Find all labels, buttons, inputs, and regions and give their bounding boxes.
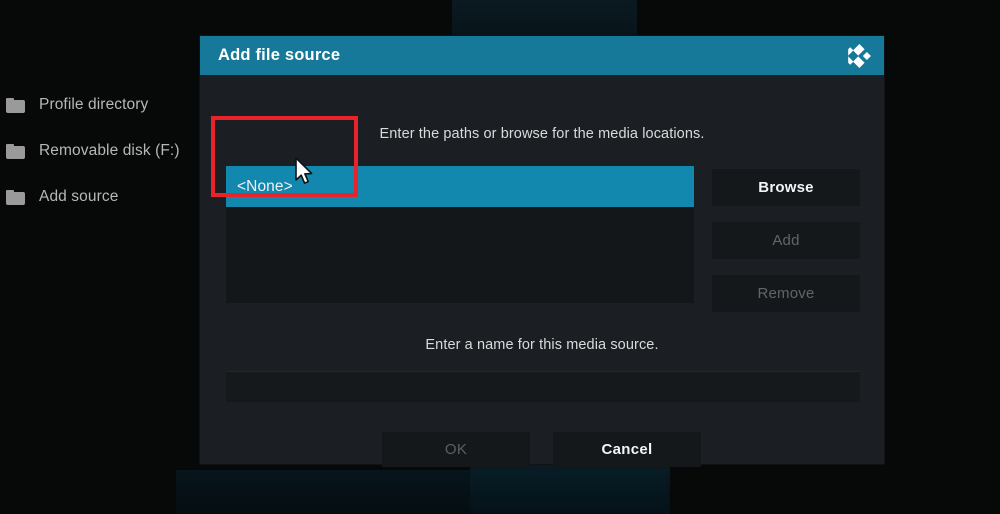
cancel-button-label: Cancel bbox=[601, 441, 653, 458]
browse-button[interactable]: Browse bbox=[712, 169, 860, 206]
remove-button-label: Remove bbox=[757, 285, 815, 302]
file-list-item-label: Add source bbox=[39, 188, 119, 205]
file-list-item-add-source[interactable]: Add source bbox=[0, 174, 200, 220]
folder-icon bbox=[6, 189, 25, 205]
file-list-item-removable-disk[interactable]: Removable disk (F:) bbox=[0, 128, 200, 174]
background-glow-top bbox=[452, 0, 637, 36]
paths-listbox[interactable]: <None> bbox=[226, 166, 694, 303]
ok-button-label: OK bbox=[444, 441, 468, 458]
dialog-body: Enter the paths or browse for the media … bbox=[200, 75, 884, 467]
file-list-item-label: Removable disk (F:) bbox=[39, 142, 180, 159]
background-file-list: Profile directory Removable disk (F:) Ad… bbox=[0, 82, 200, 220]
dialog-titlebar: Add file source bbox=[200, 36, 884, 75]
file-list-item-label: Profile directory bbox=[39, 96, 149, 113]
kodi-logo-icon bbox=[842, 41, 876, 71]
add-button[interactable]: Add bbox=[712, 222, 860, 259]
background-glow-bottom-accent bbox=[470, 465, 670, 514]
dialog-title: Add file source bbox=[218, 46, 341, 64]
paths-hint-text: Enter the paths or browse for the media … bbox=[379, 126, 705, 142]
path-list-item-label: <None> bbox=[237, 177, 293, 195]
folder-icon bbox=[6, 97, 25, 113]
ok-button[interactable]: OK bbox=[382, 432, 530, 467]
remove-button[interactable]: Remove bbox=[712, 275, 860, 312]
add-button-label: Add bbox=[772, 232, 800, 249]
media-source-name-input[interactable] bbox=[226, 371, 860, 402]
path-list-item-none[interactable]: <None> bbox=[226, 166, 694, 207]
file-list-item-profile-directory[interactable]: Profile directory bbox=[0, 82, 200, 128]
folder-icon bbox=[6, 143, 25, 159]
browse-button-label: Browse bbox=[758, 179, 814, 196]
cancel-button[interactable]: Cancel bbox=[553, 432, 701, 467]
name-hint-text: Enter a name for this media source. bbox=[425, 337, 659, 353]
add-file-source-dialog: Add file source Enter the paths or brows… bbox=[200, 36, 884, 467]
